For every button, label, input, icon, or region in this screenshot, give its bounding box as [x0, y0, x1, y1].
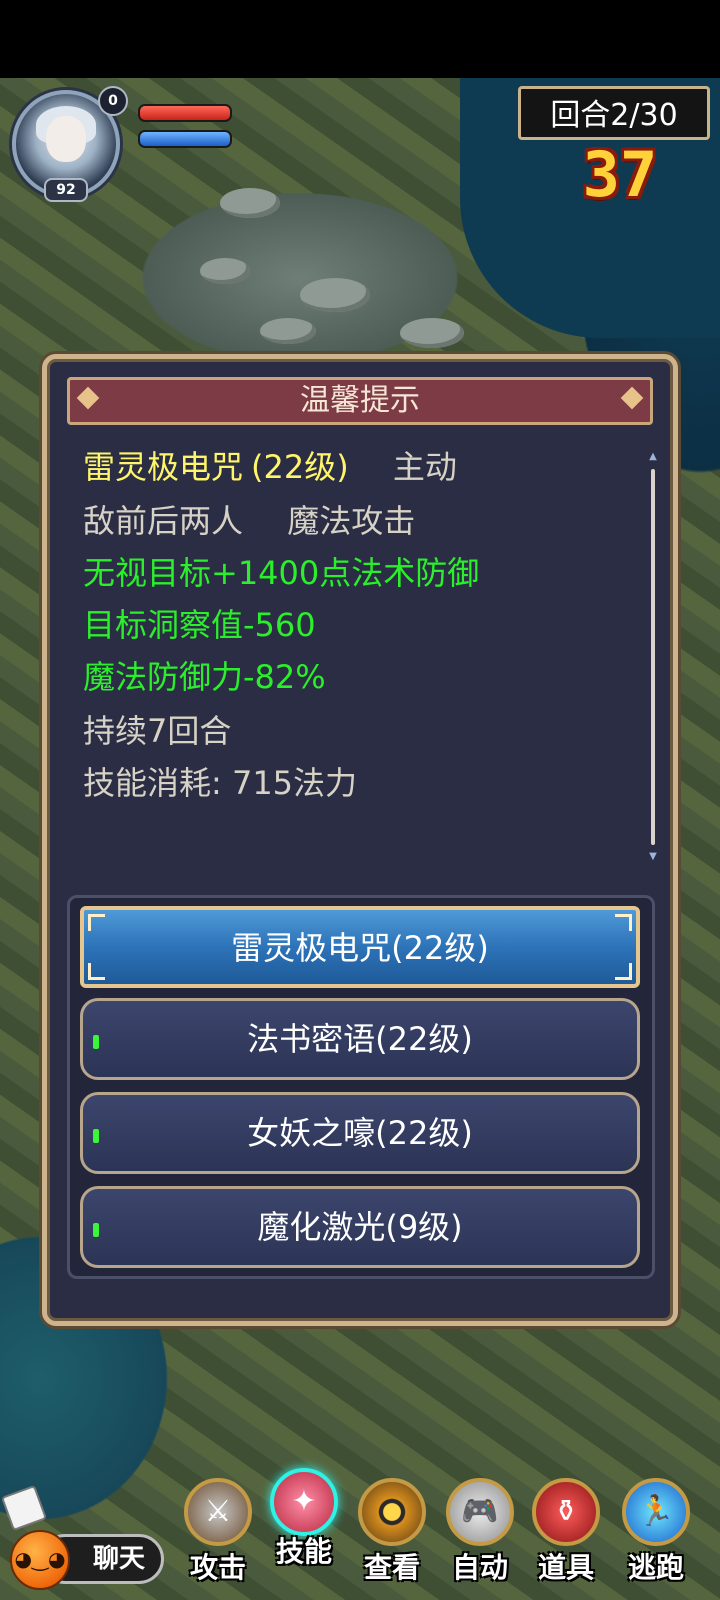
scroll-down-arrow-icon[interactable]: ▼	[647, 851, 659, 863]
info-scrollbar[interactable]: ▲ ▼	[647, 451, 659, 863]
dialog-header: 温馨提示	[67, 377, 653, 425]
potion-icon: ⚱	[532, 1478, 600, 1546]
stone	[300, 278, 370, 312]
skill-option-label: 女妖之嚎(22级)	[247, 1114, 473, 1152]
item-label: 道具	[537, 1551, 594, 1584]
skill-type: 主动	[392, 448, 457, 486]
skill-duration: 持续7回合	[83, 712, 232, 750]
gamepad-icon: 🎮	[446, 1478, 514, 1546]
corner-ornament-icon	[615, 914, 632, 931]
round-counter: 回合2/30	[518, 86, 710, 140]
corner-ornament-icon	[615, 963, 632, 980]
skill-option-label: 雷灵极电咒(22级)	[231, 929, 489, 967]
countdown-timer: 37	[582, 138, 658, 211]
skill-targets: 敌前后两人	[83, 502, 244, 540]
attack-button[interactable]: ⚔ 攻击	[176, 1478, 260, 1594]
eye-icon	[358, 1478, 426, 1546]
item-button[interactable]: ⚱ 道具	[524, 1478, 608, 1594]
indicator-dot-icon	[93, 1223, 99, 1237]
escape-label: 逃跑	[627, 1551, 684, 1584]
attack-label: 攻击	[189, 1551, 246, 1584]
skill-cost: 技能消耗: 715法力	[83, 764, 358, 802]
run-icon: 🏃	[622, 1478, 690, 1546]
indicator-dot-icon	[93, 1129, 99, 1143]
hp-bar	[138, 104, 232, 122]
scroll-up-arrow-icon[interactable]: ▲	[647, 451, 659, 463]
skill-effect: 无视目标+1400点法术防御	[83, 554, 480, 592]
avatar-face	[46, 116, 86, 162]
indicator-dot-icon	[93, 1035, 99, 1049]
buff-count-badge: 0	[98, 86, 128, 116]
pumpkin-emoji-icon[interactable]: ◕‿◕	[10, 1530, 70, 1590]
auto-button[interactable]: 🎮 自动	[438, 1478, 522, 1594]
skill-scroll-icon: ✦	[270, 1468, 338, 1536]
skill-label: 技能	[275, 1535, 332, 1568]
stone	[220, 188, 280, 218]
dialog-title: 温馨提示	[300, 383, 420, 418]
skill-title-line: 雷灵极电咒 (22级) 主动	[83, 443, 457, 491]
skill-target-line: 敌前后两人 魔法攻击	[83, 497, 415, 545]
escape-button[interactable]: 🏃 逃跑	[614, 1478, 698, 1594]
skill-attack-type: 魔法攻击	[287, 502, 416, 540]
scroll-track[interactable]	[651, 469, 655, 845]
skill-option[interactable]: 魔化激光(9级)	[80, 1186, 640, 1268]
skill-option-label: 法书密语(22级)	[247, 1020, 473, 1058]
skill-option[interactable]: 女妖之嚎(22级)	[80, 1092, 640, 1174]
stone	[200, 258, 250, 284]
chat-label: 聊天	[92, 1544, 145, 1574]
skill-info-area: 雷灵极电咒 (22级) 主动 敌前后两人 魔法攻击 无视目标+1400点法术防御 …	[83, 439, 633, 869]
skill-option-selected[interactable]: 雷灵极电咒(22级)	[80, 906, 640, 988]
skill-option-label: 魔化激光(9级)	[257, 1208, 463, 1246]
corner-ornament-icon	[88, 914, 105, 931]
inspect-label: 查看	[363, 1551, 420, 1584]
stone	[260, 318, 316, 344]
skill-name: 雷灵极电咒	[83, 448, 244, 486]
mp-bar	[138, 130, 232, 148]
inspect-button[interactable]: 查看	[350, 1478, 434, 1594]
status-bar	[0, 0, 720, 78]
skill-level: (22级)	[251, 448, 349, 486]
skill-button[interactable]: ✦ 技能	[262, 1468, 346, 1594]
player-level-badge: 92	[44, 178, 88, 202]
header-ornament-icon	[76, 386, 100, 410]
stone	[400, 318, 464, 348]
auto-label: 自动	[451, 1551, 508, 1584]
corner-ornament-icon	[88, 963, 105, 980]
skill-list: 雷灵极电咒(22级) 法书密语(22级) 女妖之嚎(22级) 魔化激光(9级)	[67, 895, 655, 1279]
sword-icon: ⚔	[184, 1478, 252, 1546]
skill-dialog: 温馨提示 雷灵极电咒 (22级) 主动 敌前后两人 魔法攻击 无视目标+1400点…	[42, 354, 678, 1326]
skill-effect: 魔法防御力-82%	[83, 658, 326, 696]
skill-option[interactable]: 法书密语(22级)	[80, 998, 640, 1080]
header-ornament-icon	[620, 386, 644, 410]
skill-effect: 目标洞察值-560	[83, 606, 316, 644]
